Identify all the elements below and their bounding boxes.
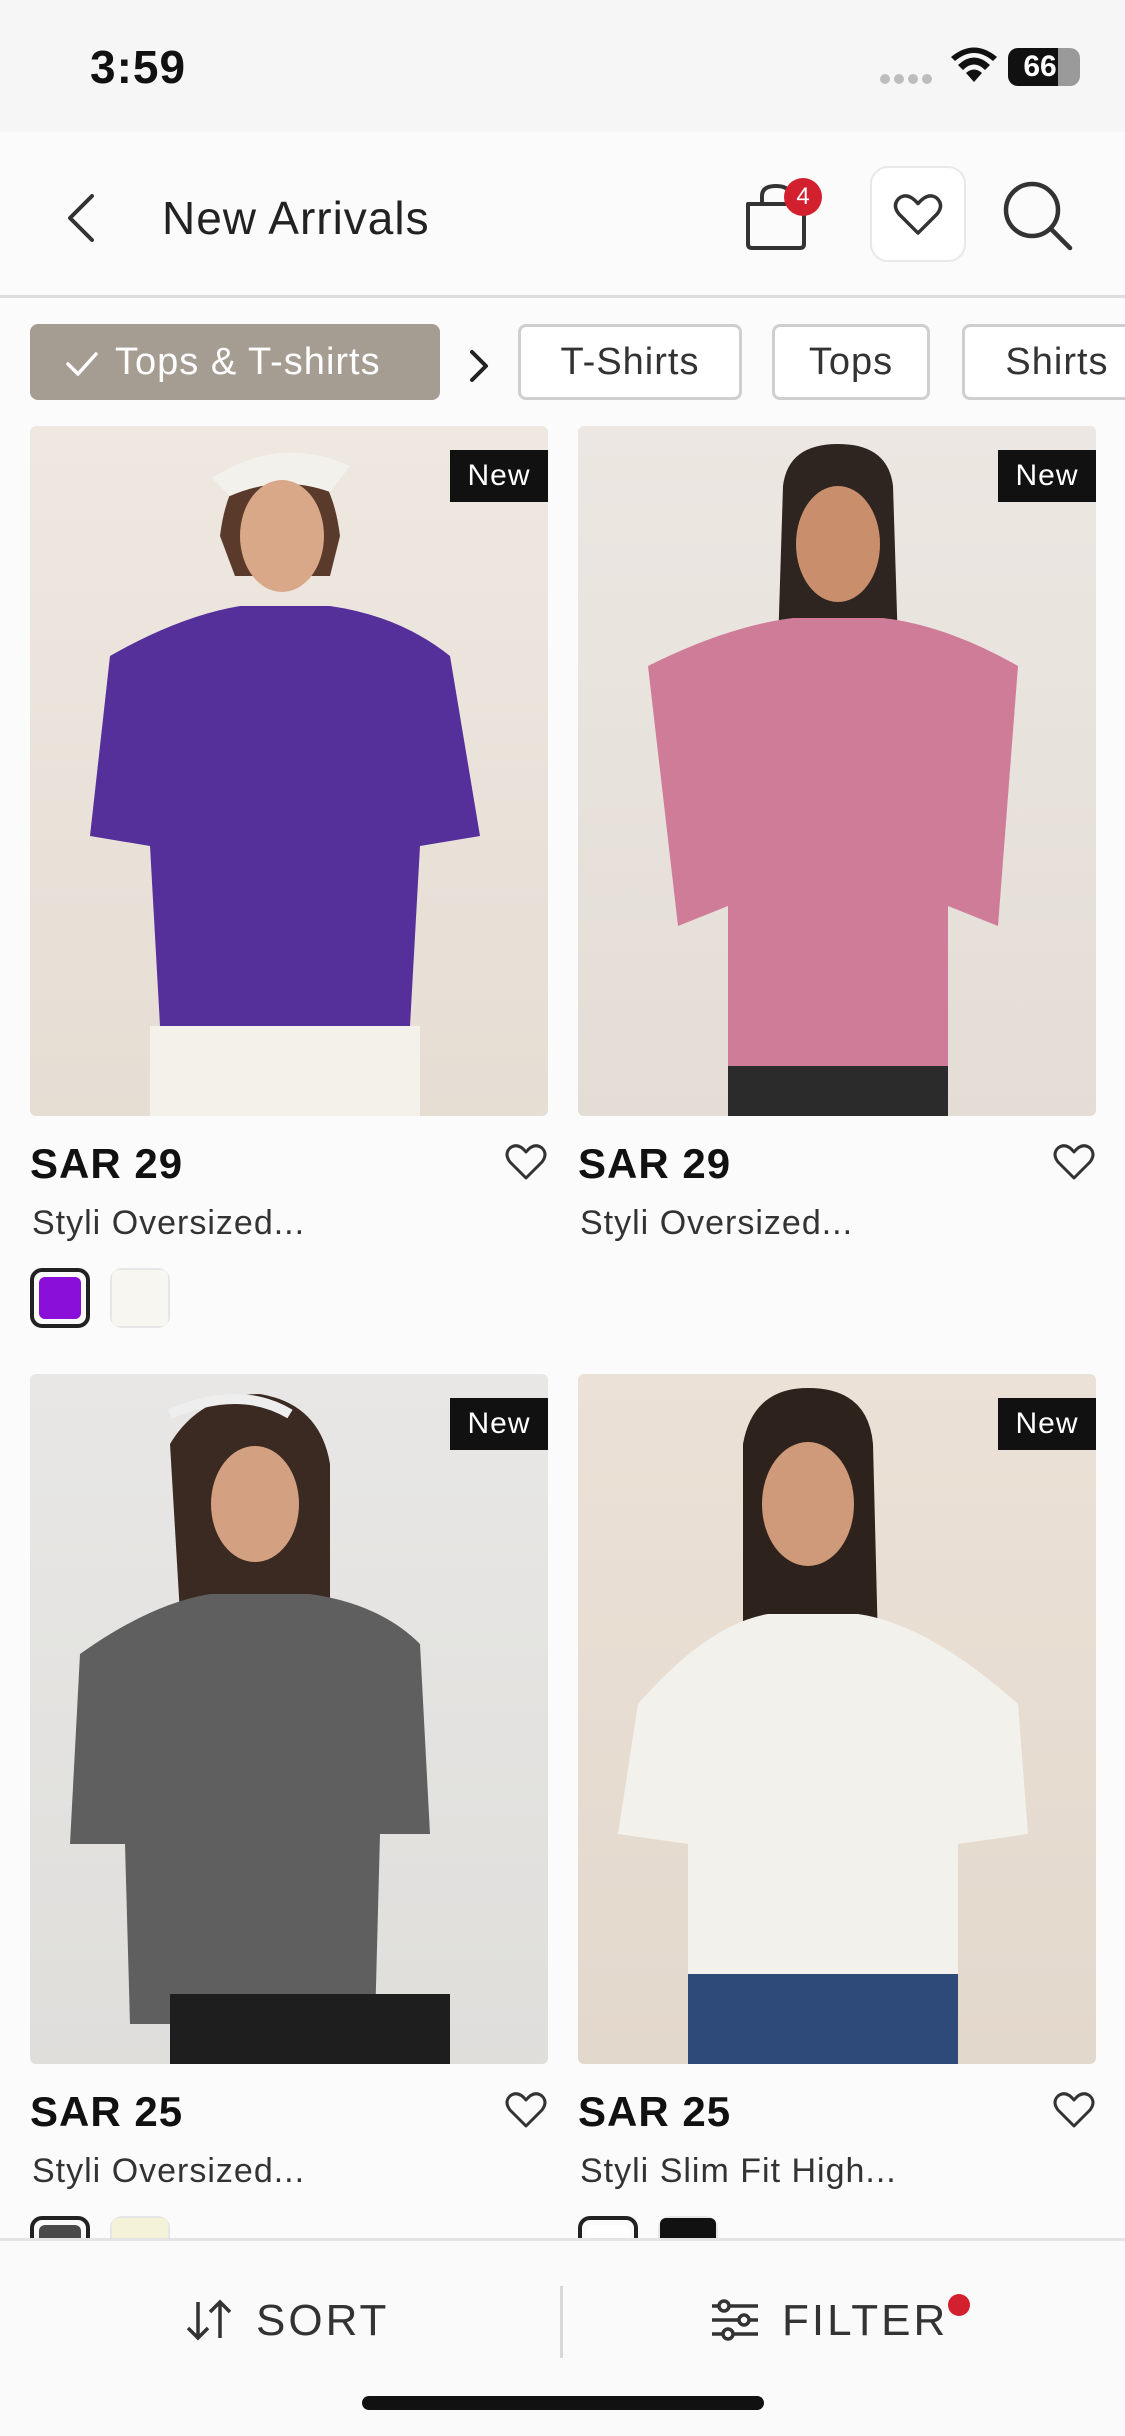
product-title: Styli Oversized...	[580, 1204, 853, 1243]
product-name: Slim Fit High...	[659, 2152, 897, 2190]
battery-level: 66	[1023, 50, 1057, 83]
product-title: Styli Slim Fit High...	[580, 2152, 897, 2191]
chip-active-label: Tops & T-shirts	[115, 341, 381, 383]
checkmark-icon	[66, 352, 98, 376]
product-price: SAR 29	[30, 1140, 184, 1187]
heart-icon[interactable]	[1052, 2090, 1096, 2130]
category-chip-row: Tops & T-shirts T-Shirts Tops Shirts	[0, 316, 1125, 406]
product-image[interactable]: New	[30, 426, 548, 1116]
chevron-left-icon	[68, 194, 94, 242]
heart-icon[interactable]	[504, 1142, 548, 1182]
product-shirt	[648, 618, 1018, 1066]
chip-label: T-Shirts	[560, 341, 700, 383]
product-title: Styli Oversized...	[32, 1204, 305, 1243]
filter-label: FILTER	[782, 2296, 949, 2345]
product-name: Oversized...	[659, 1204, 854, 1242]
product-image[interactable]: New	[578, 1374, 1096, 2064]
chevron-right-icon[interactable]	[462, 340, 496, 390]
product-price: SAR 25	[578, 2088, 732, 2135]
wifi-icon	[951, 47, 997, 82]
product-shirt	[70, 1594, 430, 2024]
heart-icon	[893, 194, 943, 235]
cellular-signal-icon	[880, 0, 940, 132]
product-image[interactable]: New	[30, 1374, 548, 2064]
chip-tops-and-tshirts[interactable]: Tops & T-shirts	[30, 324, 440, 400]
search-icon	[1003, 181, 1073, 251]
product-shirt	[618, 1614, 1028, 1974]
chip-shirts[interactable]: Shirts	[962, 324, 1125, 400]
chip-tops[interactable]: Tops	[772, 324, 930, 400]
battery-icon: 66	[1008, 48, 1080, 86]
chip-t-shirts[interactable]: T-Shirts	[518, 324, 742, 400]
product-brand: Styli	[580, 1204, 650, 1242]
filter-active-dot	[948, 2294, 970, 2316]
heart-icon[interactable]	[1052, 1142, 1096, 1182]
page-title: New Arrivals	[162, 192, 430, 244]
new-badge: New	[998, 450, 1096, 502]
product-price: SAR 25	[30, 2088, 184, 2135]
sort-button[interactable]: SORT	[0, 2252, 562, 2392]
home-indicator	[362, 2396, 764, 2410]
search-button[interactable]	[1000, 178, 1076, 254]
new-badge: New	[450, 450, 548, 502]
sliders-icon	[712, 2299, 758, 2341]
chip-label: Tops	[808, 341, 894, 383]
product-brand: Styli	[32, 2152, 102, 2190]
wishlist-button[interactable]	[870, 166, 966, 262]
product-title: Styli Oversized...	[32, 2152, 305, 2191]
sort-label: SORT	[256, 2296, 390, 2345]
back-button[interactable]	[56, 190, 106, 246]
product-name: Oversized...	[111, 1204, 306, 1242]
color-swatch[interactable]	[110, 1268, 170, 1328]
sort-arrows-icon	[186, 2299, 232, 2341]
status-time: 3:59	[90, 41, 187, 93]
product-price: SAR 29	[578, 1140, 732, 1187]
filter-button[interactable]: FILTER	[562, 2252, 1125, 2392]
product-brand: Styli	[32, 1204, 102, 1242]
chip-label: Shirts	[1005, 341, 1109, 383]
product-image[interactable]: New	[578, 426, 1096, 1116]
product-name: Oversized...	[111, 2152, 306, 2190]
color-swatch[interactable]	[30, 1268, 90, 1328]
bag-count-badge: 4	[784, 178, 822, 216]
new-badge: New	[450, 1398, 548, 1450]
new-badge: New	[998, 1398, 1096, 1450]
heart-icon[interactable]	[504, 2090, 548, 2130]
product-shirt	[90, 606, 480, 1026]
product-brand: Styli	[580, 2152, 650, 2190]
